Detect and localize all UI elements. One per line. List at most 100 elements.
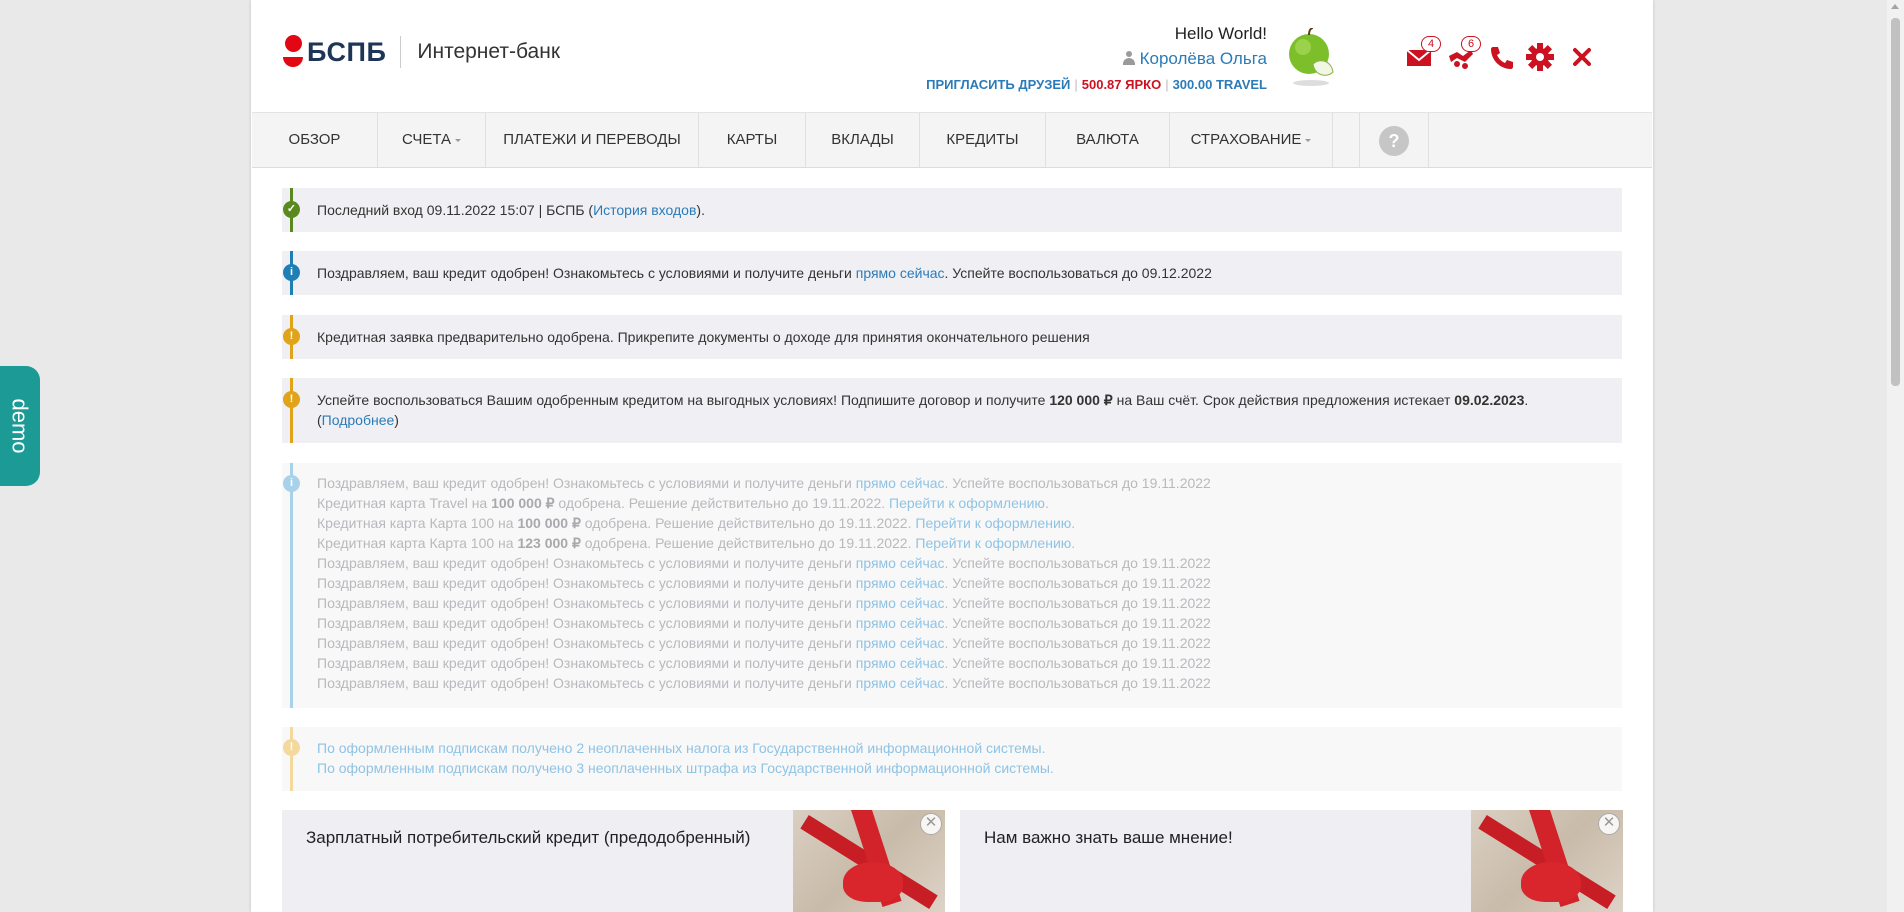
- congrats-line: Поздравляем, ваш кредит одобрен! Ознаком…: [317, 675, 1211, 691]
- separator: |: [1165, 77, 1169, 92]
- nav-item-label: Вклады: [831, 131, 894, 148]
- warning-icon: !: [283, 328, 300, 345]
- bonus-yarko[interactable]: 500.87 ЯРКО: [1082, 77, 1161, 92]
- user-icon: [1122, 51, 1136, 65]
- nav-item-credits[interactable]: Кредиты: [920, 113, 1046, 167]
- notice-text: Успейте воспользоваться Вашим одобренным…: [317, 390, 1602, 430]
- offers-count-badge: 6: [1461, 36, 1481, 52]
- help-cell: ?: [1359, 113, 1429, 167]
- bank-logo[interactable]: БСПБ Интернет-банк: [283, 35, 560, 69]
- main-navigation: Обзор Счета Платежи и переводы Карты Вкл…: [252, 112, 1652, 168]
- greeting: Hello World!: [1174, 24, 1267, 43]
- get-money-now-link[interactable]: прямо сейчас: [856, 555, 945, 571]
- scrollbar-thumb[interactable]: [1891, 18, 1900, 386]
- congrats-line: Поздравляем, ваш кредит одобрен! Ознаком…: [317, 655, 1211, 671]
- get-money-now-link[interactable]: прямо сейчас: [856, 595, 945, 611]
- notice-text: Кредитная заявка предварительно одобрена…: [317, 329, 1090, 345]
- last-login-text: Последний вход 09.11.2022 15:07 | БСПБ (: [317, 202, 594, 218]
- notice-bar: [290, 463, 293, 708]
- offer-amount: 120 000 ₽: [1049, 392, 1113, 408]
- promo-title: Нам важно знать ваше мнение!: [984, 828, 1233, 847]
- credit-offer-notice: ! Успейте воспользоваться Вашим одобренн…: [282, 378, 1622, 443]
- nav-item-label: Карты: [726, 131, 778, 148]
- demo-tab[interactable]: demo: [0, 366, 40, 486]
- get-money-now-link[interactable]: прямо сейчас: [856, 475, 945, 491]
- congrats-line: Поздравляем, ваш кредит одобрен! Ознаком…: [317, 555, 1211, 571]
- bonus-bar: ПРИГЛАСИТЬ ДРУЗЕЙ | 500.87 ЯРКО | 300.00 TRA…: [926, 77, 1267, 92]
- card-offer-line: Кредитная карта Карта 100 на 100 000 ₽ о…: [317, 515, 1076, 531]
- nav-item-payments[interactable]: Платежи и переводы: [486, 113, 699, 167]
- brand-name: БСПБ: [307, 36, 387, 67]
- approved-offers-group-notice: i Поздравляем, ваш кредит одобрен! Ознак…: [282, 463, 1622, 708]
- proceed-to-apply-link[interactable]: Перейти к оформлению: [889, 495, 1045, 511]
- nav-item-label: Обзор: [288, 131, 341, 148]
- promo-title: Зарплатный потребительский кредит (предо…: [306, 828, 751, 847]
- notice-bar: [290, 727, 293, 791]
- subscriptions-notice: ! По оформленным подпискам получено 2 не…: [282, 727, 1622, 791]
- unpaid-fines-link[interactable]: По оформленным подпискам получено 3 неоп…: [317, 758, 1602, 778]
- credit-approved-text: Поздравляем, ваш кредит одобрен! Ознаком…: [317, 265, 856, 281]
- nav-item-label: Страхование: [1190, 131, 1302, 148]
- caret-down-icon: [455, 138, 461, 142]
- notice-lines: По оформленным подпискам получено 2 неоп…: [317, 738, 1602, 778]
- notice-lines: Поздравляем, ваш кредит одобрен! Ознаком…: [317, 473, 1602, 693]
- get-money-now-link[interactable]: прямо сейчас: [856, 265, 945, 281]
- get-money-now-link[interactable]: прямо сейчас: [856, 675, 945, 691]
- notice-bar: [290, 378, 293, 443]
- congrats-line: Поздравляем, ваш кредит одобрен! Ознаком…: [317, 475, 1211, 491]
- nav-item-insurance[interactable]: Страхование: [1170, 113, 1333, 167]
- get-money-now-link[interactable]: прямо сейчас: [856, 615, 945, 631]
- proceed-to-apply-link[interactable]: Перейти к оформлению: [915, 515, 1071, 531]
- proceed-to-apply-link[interactable]: Перейти к оформлению: [915, 535, 1071, 551]
- nav-item-accounts[interactable]: Счета: [378, 113, 486, 167]
- offer-expiry-date: 09.02.2023: [1454, 392, 1525, 408]
- invite-friends-link[interactable]: ПРИГЛАСИТЬ ДРУЗЕЙ: [926, 77, 1070, 92]
- nav-item-deposits[interactable]: Вклады: [806, 113, 920, 167]
- text-suffix: .: [1524, 392, 1529, 408]
- text-suffix: . Успейте воспользоваться до 09.12.2022: [944, 265, 1212, 281]
- unpaid-taxes-link[interactable]: По оформленным подпискам получено 2 неоп…: [317, 738, 1602, 758]
- login-history-link[interactable]: История входов: [593, 202, 696, 218]
- notice-text: Последний вход 09.11.2022 15:07 | БСПБ (…: [317, 200, 1602, 220]
- help-button[interactable]: ?: [1379, 126, 1409, 156]
- offers-button[interactable]: 6: [1445, 36, 1481, 72]
- phone-icon: [1491, 47, 1513, 69]
- close-icon[interactable]: ✕: [1598, 813, 1620, 835]
- get-money-now-link[interactable]: прямо сейчас: [856, 575, 945, 591]
- bonus-travel[interactable]: 300.00 TRAVEL: [1173, 77, 1267, 92]
- nav-item-label: Счета: [401, 131, 451, 148]
- offer-details-link[interactable]: Подробнее: [322, 412, 395, 428]
- congrats-line: Поздравляем, ваш кредит одобрен! Ознаком…: [317, 595, 1211, 611]
- avatar-apple-icon[interactable]: [1285, 28, 1335, 86]
- promo-card-feedback[interactable]: Нам важно знать ваше мнение! ✕: [960, 810, 1623, 912]
- get-money-now-link[interactable]: прямо сейчас: [856, 655, 945, 671]
- user-name-link[interactable]: Королёва Ольга: [1122, 49, 1267, 69]
- promo-card-salary-credit[interactable]: Зарплатный потребительский кредит (предо…: [282, 810, 945, 912]
- nav-item-currency[interactable]: Валюта: [1046, 113, 1170, 167]
- notice-text: Поздравляем, ваш кредит одобрен! Ознаком…: [317, 263, 1602, 283]
- last-login-notice: ✓ Последний вход 09.11.2022 15:07 | БСПБ…: [282, 188, 1622, 232]
- congrats-line: Поздравляем, ваш кредит одобрен! Ознаком…: [317, 615, 1211, 631]
- user-name[interactable]: Королёва Ольга: [1140, 49, 1267, 68]
- paren-close: ): [394, 412, 399, 428]
- scrollbar[interactable]: [1887, 0, 1904, 912]
- settings-button[interactable]: [1525, 42, 1555, 72]
- warning-icon: !: [283, 739, 300, 756]
- page: БСПБ Интернет-банк Hello World! Королёва…: [251, 0, 1653, 912]
- info-icon: i: [283, 475, 300, 492]
- caret-down-icon: [1305, 138, 1312, 142]
- logo-divider: [400, 36, 402, 68]
- credit-approved-notice: i Поздравляем, ваш кредит одобрен! Ознак…: [282, 251, 1622, 295]
- messages-button[interactable]: 4: [1405, 36, 1441, 72]
- nav-item-label: Платежи и переводы: [503, 131, 681, 148]
- logout-button[interactable]: [1567, 42, 1597, 72]
- logo-mark-icon: [283, 35, 303, 69]
- nav-item-overview[interactable]: Обзор: [252, 113, 378, 167]
- info-icon: i: [283, 264, 300, 281]
- get-money-now-link[interactable]: прямо сейчас: [856, 635, 945, 651]
- scroll-up-arrow-icon[interactable]: [1891, 4, 1899, 9]
- messages-count-badge: 4: [1421, 36, 1441, 52]
- phone-button[interactable]: [1487, 42, 1517, 72]
- nav-item-cards[interactable]: Карты: [699, 113, 806, 167]
- close-icon[interactable]: ✕: [920, 813, 942, 835]
